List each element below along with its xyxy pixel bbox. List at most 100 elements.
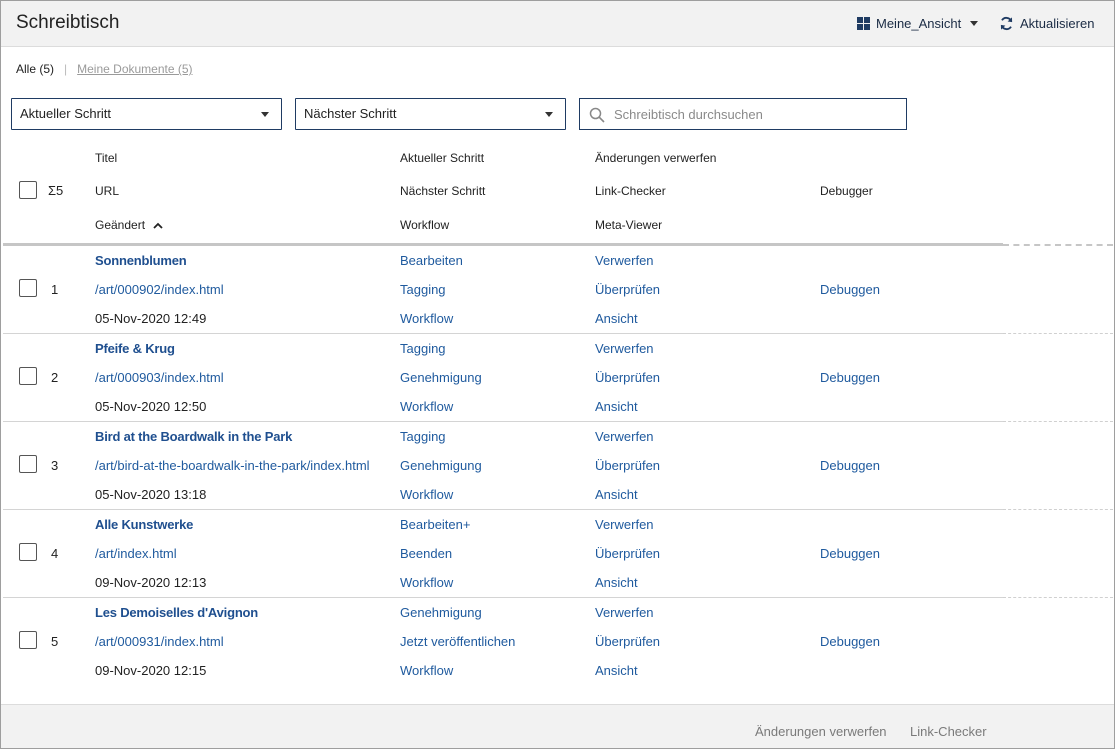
row-number: 5 (51, 634, 59, 649)
chevron-down-icon (545, 112, 553, 117)
meta-view-link[interactable]: Ansicht (595, 575, 638, 590)
select-all-checkbox[interactable] (19, 181, 37, 199)
row-divider-dashed (1003, 333, 1113, 334)
meta-view-link[interactable]: Ansicht (595, 311, 638, 326)
document-url-link[interactable]: /art/000903/index.html (95, 370, 224, 385)
column-header-link-checker[interactable]: Link-Checker (595, 184, 666, 198)
row-divider-dashed (1003, 597, 1113, 598)
discard-link[interactable]: Verwerfen (595, 429, 654, 444)
document-url-link[interactable]: /art/000931/index.html (95, 634, 224, 649)
current-step-link[interactable]: Genehmigung (400, 605, 482, 620)
document-changed-date: 05-Nov-2020 13:18 (95, 487, 207, 502)
view-selector-label: Meine_Ansicht (876, 16, 962, 31)
document-changed-date: 05-Nov-2020 12:49 (95, 311, 207, 326)
row-checkbox[interactable] (19, 367, 37, 385)
discard-link[interactable]: Verwerfen (595, 341, 654, 356)
chevron-down-icon (261, 112, 269, 117)
debug-link[interactable]: Debuggen (820, 546, 880, 561)
document-title-link[interactable]: Les Demoiselles d'Avignon (95, 605, 258, 620)
document-title-link[interactable]: Bird at the Boardwalk in the Park (95, 429, 292, 444)
current-step-link[interactable]: Tagging (400, 341, 446, 356)
column-header-title[interactable]: Titel (95, 151, 117, 165)
workflow-link[interactable]: Workflow (400, 663, 453, 678)
document-title-link[interactable]: Pfeife & Krug (95, 341, 175, 356)
discard-link[interactable]: Verwerfen (595, 605, 654, 620)
link-check-link[interactable]: Überprüfen (595, 634, 660, 649)
page-title: Schreibtisch (16, 12, 120, 33)
column-header-current-step[interactable]: Aktueller Schritt (400, 151, 484, 165)
current-step-select-value: Aktueller Schritt (20, 106, 112, 121)
discard-link[interactable]: Verwerfen (595, 253, 654, 268)
document-url-link[interactable]: /art/000902/index.html (95, 282, 224, 297)
search-placeholder: Schreibtisch durchsuchen (614, 107, 763, 122)
document-changed-date: 05-Nov-2020 12:50 (95, 399, 207, 414)
workflow-link[interactable]: Workflow (400, 487, 453, 502)
row-divider (3, 509, 1003, 510)
table-row: 1 Sonnenblumen/art/000902/index.html 05-No… (0, 247, 1115, 335)
debug-link[interactable]: Debuggen (820, 458, 880, 473)
current-step-link[interactable]: Bearbeiten+ (400, 517, 470, 532)
next-step-select[interactable]: Nächster Schritt (295, 98, 566, 130)
row-checkbox[interactable] (19, 455, 37, 473)
footer-link-checker-button[interactable]: Link-Checker (910, 724, 987, 739)
current-step-link[interactable]: Bearbeiten (400, 253, 463, 268)
workflow-link[interactable]: Workflow (400, 575, 453, 590)
next-step-link[interactable]: Jetzt veröffentlichen (400, 634, 515, 649)
row-checkbox[interactable] (19, 543, 37, 561)
debug-link[interactable]: Debuggen (820, 370, 880, 385)
meta-view-link[interactable]: Ansicht (595, 663, 638, 678)
next-step-link[interactable]: Genehmigung (400, 370, 482, 385)
row-divider-dashed (1003, 509, 1113, 510)
tab-all[interactable]: Alle (5) (16, 62, 54, 76)
column-header-discard[interactable]: Änderungen verwerfen (595, 151, 716, 165)
refresh-button[interactable]: Aktualisieren (999, 16, 1094, 31)
row-divider (3, 333, 1003, 334)
row-checkbox[interactable] (19, 631, 37, 649)
document-url-link[interactable]: /art/index.html (95, 546, 177, 561)
meta-view-link[interactable]: Ansicht (595, 399, 638, 414)
column-header-debugger[interactable]: Debugger (820, 184, 873, 198)
refresh-label: Aktualisieren (1020, 16, 1095, 31)
next-step-link[interactable]: Genehmigung (400, 458, 482, 473)
workflow-link[interactable]: Workflow (400, 399, 453, 414)
tab-my-documents[interactable]: Meine Dokumente (5) (77, 62, 192, 76)
link-check-link[interactable]: Überprüfen (595, 546, 660, 561)
document-title-link[interactable]: Sonnenblumen (95, 253, 187, 268)
row-checkbox[interactable] (19, 279, 37, 297)
discard-link[interactable]: Verwerfen (595, 517, 654, 532)
row-number: 2 (51, 370, 59, 385)
document-url-link[interactable]: /art/bird-at-the-boardwalk-in-the-park/i… (95, 458, 370, 473)
search-input[interactable]: Schreibtisch durchsuchen (579, 98, 907, 130)
current-step-select[interactable]: Aktueller Schritt (11, 98, 282, 130)
link-check-link[interactable]: Überprüfen (595, 458, 660, 473)
row-divider (3, 597, 1003, 598)
row-number: 3 (51, 458, 59, 473)
row-count-sum: Σ5 (48, 183, 64, 198)
table-row: 5 Les Demoiselles d'Avignon/art/000931/in… (0, 599, 1115, 687)
view-selector-button[interactable]: Meine_Ansicht (857, 16, 979, 31)
workflow-link[interactable]: Workflow (400, 311, 453, 326)
column-header-meta-viewer[interactable]: Meta-Viewer (595, 218, 662, 232)
column-header-workflow[interactable]: Workflow (400, 218, 449, 232)
chevron-down-icon (970, 21, 979, 26)
row-number: 1 (51, 282, 59, 297)
current-step-link[interactable]: Tagging (400, 429, 446, 444)
document-title-link[interactable]: Alle Kunstwerke (95, 517, 193, 532)
debug-link[interactable]: Debuggen (820, 282, 880, 297)
column-header-url[interactable]: URL (95, 184, 119, 198)
column-header-next-step[interactable]: Nächster Schritt (400, 184, 485, 198)
debug-link[interactable]: Debuggen (820, 634, 880, 649)
next-step-link[interactable]: Beenden (400, 546, 452, 561)
column-header-changed-label: Geändert (95, 218, 146, 232)
document-changed-date: 09-Nov-2020 12:15 (95, 663, 207, 678)
search-icon (589, 107, 605, 123)
link-check-link[interactable]: Überprüfen (595, 282, 660, 297)
link-check-link[interactable]: Überprüfen (595, 370, 660, 385)
column-header-changed[interactable]: Geändert (95, 218, 164, 232)
grid-view-icon (857, 17, 870, 30)
next-step-link[interactable]: Tagging (400, 282, 446, 297)
table-row: 2 Pfeife & Krug/art/000903/index.html 05-N… (0, 335, 1115, 423)
meta-view-link[interactable]: Ansicht (595, 487, 638, 502)
document-tabs: Alle (5) | Meine Dokumente (5) (16, 62, 193, 76)
footer-discard-button[interactable]: Änderungen verwerfen (755, 724, 887, 739)
